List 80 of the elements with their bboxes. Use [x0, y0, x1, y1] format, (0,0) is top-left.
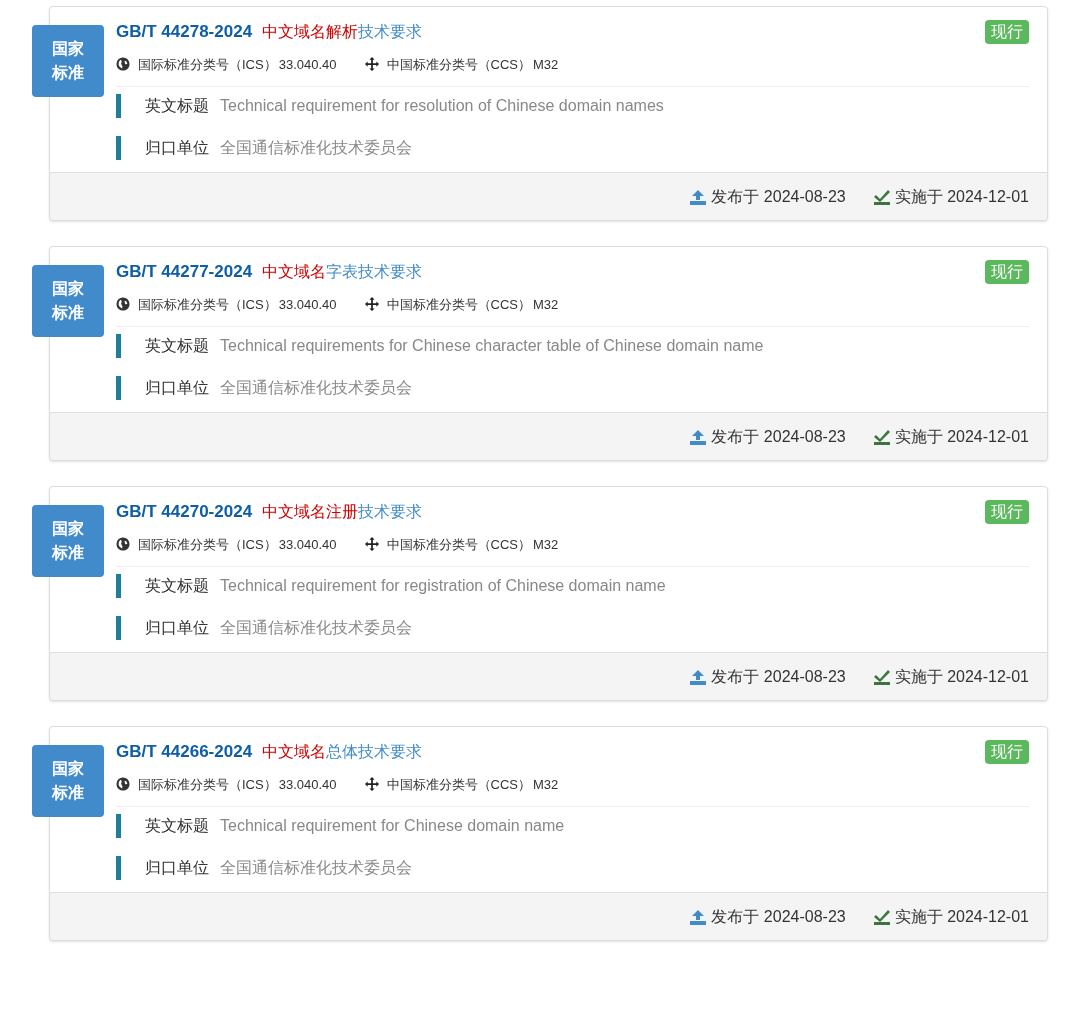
ics-label: 国际标准分类号（ICS）: [138, 55, 277, 74]
field-label: 英文标题: [145, 336, 209, 356]
upload-icon: [690, 668, 707, 685]
ics-code: 33.040.40: [278, 535, 337, 554]
field-value: Technical requirement for Chinese domain name: [220, 816, 565, 836]
field-value: 全国通信标准化技术委员会: [220, 618, 412, 638]
ics-code: 33.040.40: [278, 775, 337, 794]
field-value: 全国通信标准化技术委员会: [220, 138, 412, 158]
publish-date: 发布于 2024-08-23: [711, 666, 846, 687]
ics-code: 33.040.40: [278, 55, 337, 74]
field-marker: [116, 94, 121, 118]
globe-icon: [116, 297, 130, 312]
check-icon: [873, 188, 890, 205]
field-marker: [116, 334, 121, 358]
upload-icon: [690, 188, 707, 205]
standard-code[interactable]: GB/T 44270-2024: [116, 499, 253, 525]
field-label: 归口单位: [145, 618, 209, 638]
field-marker: [116, 856, 121, 880]
badge-text: 标准: [52, 543, 84, 563]
check-icon: [873, 908, 890, 925]
ics-label: 国际标准分类号（ICS）: [138, 295, 277, 314]
badge-text: 国家: [52, 39, 84, 59]
field-label: 归口单位: [145, 858, 209, 878]
ics-label: 国际标准分类号（ICS）: [138, 775, 277, 794]
publish-date: 发布于 2024-08-23: [711, 426, 846, 447]
field-value: Technical requirement for registration of Chinese domain name: [220, 576, 666, 596]
ccs-label: 中国标准分类号（CCS）: [386, 55, 531, 74]
field-marker: [116, 616, 121, 640]
standard-title[interactable]: 中文域名注册技术要求: [262, 500, 423, 524]
field-label: 英文标题: [145, 576, 209, 596]
field-label: 英文标题: [145, 96, 209, 116]
field-value: Technical requirement for resolution of Chinese domain names: [220, 96, 664, 116]
standard-title[interactable]: 中文域名解析技术要求: [262, 20, 423, 44]
badge-text: 国家: [52, 519, 84, 539]
publish-date: 发布于 2024-08-23: [711, 906, 846, 927]
field-label: 英文标题: [145, 816, 209, 836]
ccs-label: 中国标准分类号（CCS）: [386, 535, 531, 554]
badge-text: 国家: [52, 279, 84, 299]
standard-title[interactable]: 中文域名字表技术要求: [262, 260, 423, 284]
ccs-label: 中国标准分类号（CCS）: [386, 295, 531, 314]
standard-code[interactable]: GB/T 44277-2024: [116, 259, 253, 285]
field-label: 归口单位: [145, 378, 209, 398]
badge-text: 标准: [52, 63, 84, 83]
effective-date: 实施于 2024-12-01: [894, 186, 1029, 207]
standard-title[interactable]: 中文域名总体技术要求: [262, 740, 423, 764]
field-label: 归口单位: [145, 138, 209, 158]
field-marker: [116, 376, 121, 400]
standard-code[interactable]: GB/T 44266-2024: [116, 739, 253, 765]
upload-icon: [690, 908, 707, 925]
field-marker: [116, 136, 121, 160]
publish-date: 发布于 2024-08-23: [711, 186, 846, 207]
ccs-code: M32: [532, 295, 559, 314]
standard-code[interactable]: GB/T 44278-2024: [116, 19, 253, 45]
badge-text: 国家: [52, 759, 84, 779]
ccs-code: M32: [532, 55, 559, 74]
effective-date: 实施于 2024-12-01: [894, 906, 1029, 927]
effective-date: 实施于 2024-12-01: [894, 666, 1029, 687]
status-badge: 现行: [985, 19, 1029, 44]
field-value: 全国通信标准化技术委员会: [220, 378, 412, 398]
upload-icon: [690, 428, 707, 445]
field-value: Technical requirements for Chinese character table of Chinese domain name: [220, 336, 764, 356]
check-icon: [873, 428, 890, 445]
status-badge: 现行: [985, 739, 1029, 764]
globe-icon: [116, 537, 130, 552]
badge-text: 标准: [52, 303, 84, 323]
badge-text: 标准: [52, 783, 84, 803]
ccs-label: 中国标准分类号（CCS）: [386, 775, 531, 794]
globe-icon: [116, 777, 130, 792]
status-badge: 现行: [985, 499, 1029, 524]
status-badge: 现行: [985, 259, 1029, 284]
check-icon: [873, 668, 890, 685]
field-marker: [116, 814, 121, 838]
ics-label: 国际标准分类号（ICS）: [138, 535, 277, 554]
ccs-code: M32: [532, 775, 559, 794]
field-value: 全国通信标准化技术委员会: [220, 858, 412, 878]
ccs-code: M32: [532, 535, 559, 554]
effective-date: 实施于 2024-12-01: [894, 426, 1029, 447]
ics-code: 33.040.40: [278, 295, 337, 314]
field-marker: [116, 574, 121, 598]
globe-icon: [116, 57, 130, 72]
